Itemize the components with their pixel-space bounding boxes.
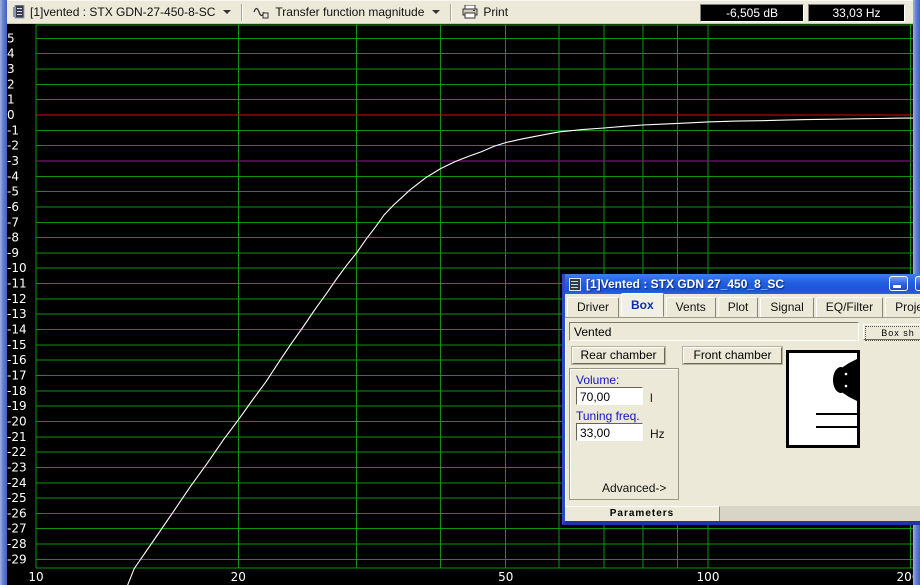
dialog-tabs: Driver Box Vents Plot Signal EQ/Filter P… xyxy=(565,293,920,318)
tab-signal[interactable]: Signal xyxy=(760,297,814,317)
svg-text:-3: -3 xyxy=(7,154,19,168)
box-type-field[interactable]: Vented xyxy=(569,322,859,341)
frequency-readout: 33,03 Hz xyxy=(808,4,905,22)
svg-text:-2: -2 xyxy=(7,139,19,153)
svg-text:-11: -11 xyxy=(7,277,27,291)
rear-chamber-button[interactable]: Rear chamber xyxy=(572,347,665,364)
svg-text:20: 20 xyxy=(231,570,246,584)
tab-box[interactable]: Box xyxy=(621,293,664,317)
vent-line-bottom xyxy=(816,426,857,428)
svg-text:-26: -26 xyxy=(7,506,27,520)
volume-unit: l xyxy=(650,391,653,405)
tuning-input[interactable]: 33,00 xyxy=(576,423,643,441)
svg-text:3: 3 xyxy=(7,62,15,76)
svg-text:4: 4 xyxy=(7,47,15,61)
svg-text:0: 0 xyxy=(7,108,15,122)
tab-vents[interactable]: Vents xyxy=(665,297,716,317)
tab-project[interactable]: Project xyxy=(885,297,920,317)
print-button[interactable]: Print xyxy=(456,1,514,23)
svg-text:-24: -24 xyxy=(7,476,27,490)
window-border-left xyxy=(0,0,7,585)
graph-type-selector[interactable]: Transfer function magnitude xyxy=(247,1,446,23)
toolbar-separator xyxy=(241,3,244,21)
svg-text:-5: -5 xyxy=(7,185,19,199)
dialog-icon xyxy=(569,277,581,291)
volume-label: Volume: xyxy=(576,373,620,387)
project-selector-label: [1]vented : STX GDN-27-450-8-SC xyxy=(30,5,216,19)
box-shape-button-clipped[interactable]: Box sh xyxy=(863,324,920,341)
svg-text:-12: -12 xyxy=(7,292,27,306)
print-label: Print xyxy=(483,5,509,19)
svg-text:-15: -15 xyxy=(7,338,27,352)
tab-plot[interactable]: Plot xyxy=(717,297,759,317)
maximize-button-clipped[interactable] xyxy=(915,276,920,291)
tab-eq-filter[interactable]: EQ/Filter xyxy=(815,297,884,317)
svg-text:-13: -13 xyxy=(7,307,27,321)
volume-input[interactable]: 70,00 xyxy=(576,387,643,405)
tuning-label: Tuning freq. xyxy=(576,409,640,423)
svg-text:-7: -7 xyxy=(7,215,19,229)
graph-type-label: Transfer function magnitude xyxy=(275,5,425,19)
vented-box-dialog: [1]Vented : STX GDN 27_450_8_SC Driver B… xyxy=(562,274,920,525)
project-icon xyxy=(13,5,25,19)
sine-wave-icon xyxy=(253,7,269,19)
svg-text:-29: -29 xyxy=(7,552,27,566)
tuning-unit: Hz xyxy=(650,427,665,441)
winisd-main-window: { "toolbar": { "project_selector": "[1]v… xyxy=(0,0,920,585)
svg-text:-25: -25 xyxy=(7,491,27,505)
advanced-link[interactable]: Advanced-> xyxy=(602,481,666,495)
box-tab-content: Vented Box sh Rear chamber Front chamber… xyxy=(565,318,920,506)
svg-text:-10: -10 xyxy=(7,261,27,275)
svg-text:10: 10 xyxy=(28,570,43,584)
svg-text:-8: -8 xyxy=(7,231,19,245)
svg-text:-6: -6 xyxy=(7,200,19,214)
dialog-titlebar[interactable]: [1]Vented : STX GDN 27_450_8_SC xyxy=(565,274,920,294)
svg-text:-16: -16 xyxy=(7,353,27,367)
svg-text:5: 5 xyxy=(7,31,15,45)
toolbar-separator xyxy=(450,3,453,21)
svg-text:-18: -18 xyxy=(7,384,27,398)
svg-text:-4: -4 xyxy=(7,169,19,183)
toolbar: [1]vented : STX GDN-27-450-8-SC Transfer… xyxy=(7,0,913,24)
svg-text:-20: -20 xyxy=(7,414,27,428)
speaker-box-drawing xyxy=(816,359,857,428)
svg-text:-17: -17 xyxy=(7,369,27,383)
svg-text:-27: -27 xyxy=(7,522,27,536)
print-icon xyxy=(462,5,478,19)
svg-text:2: 2 xyxy=(7,77,15,91)
svg-text:-9: -9 xyxy=(7,246,19,260)
svg-text:-28: -28 xyxy=(7,537,27,551)
vent-line-top xyxy=(816,413,857,415)
project-selector[interactable]: [1]vented : STX GDN-27-450-8-SC xyxy=(7,1,237,23)
box-diagram xyxy=(786,350,860,448)
chevron-down-icon xyxy=(223,10,232,14)
minimize-button[interactable] xyxy=(889,276,908,291)
tab-driver[interactable]: Driver xyxy=(567,297,619,317)
svg-text:-23: -23 xyxy=(7,460,27,474)
svg-text:-21: -21 xyxy=(7,430,27,444)
svg-text:50: 50 xyxy=(498,570,513,584)
dialog-title: [1]Vented : STX GDN 27_450_8_SC xyxy=(586,277,785,291)
svg-text:100: 100 xyxy=(697,570,720,584)
svg-text:-22: -22 xyxy=(7,445,27,459)
svg-text:-14: -14 xyxy=(7,323,27,337)
dialog-bottom-bar: Parameters xyxy=(565,506,920,521)
svg-text:-19: -19 xyxy=(7,399,27,413)
magnitude-readout: -6,505 dB xyxy=(700,4,804,22)
svg-text:1: 1 xyxy=(7,93,15,107)
parameters-panel-header[interactable]: Parameters xyxy=(565,506,720,521)
chevron-down-icon xyxy=(432,10,441,14)
svg-text:-1: -1 xyxy=(7,123,19,137)
front-chamber-button[interactable]: Front chamber xyxy=(683,347,782,364)
